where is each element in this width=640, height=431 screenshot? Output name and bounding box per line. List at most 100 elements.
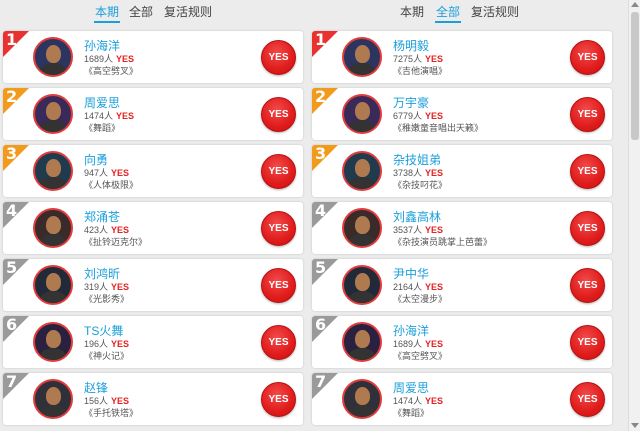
avatar[interactable] bbox=[342, 151, 382, 191]
contestant-name[interactable]: TS火舞 bbox=[84, 324, 123, 338]
vote-count-line: 1474人 YES bbox=[393, 396, 443, 407]
contestant-name[interactable]: 刘鑫高林 bbox=[393, 210, 441, 224]
avatar[interactable] bbox=[342, 94, 382, 134]
rank-number: 2 bbox=[315, 88, 327, 106]
vote-count-line: 196人 YES bbox=[84, 339, 129, 350]
avatar[interactable] bbox=[342, 265, 382, 305]
scroll-up-arrow-icon[interactable] bbox=[631, 2, 639, 7]
rank-badge: 5 bbox=[3, 259, 29, 285]
tab-all[interactable]: 全部 bbox=[129, 5, 153, 20]
tab-revival-rules[interactable]: 复活规则 bbox=[164, 5, 212, 20]
vote-count-line: 1689人 YES bbox=[84, 54, 134, 65]
tab-bar: 本期 全部 复活规则 bbox=[309, 0, 615, 26]
contestant-name[interactable]: 尹中华 bbox=[393, 267, 429, 281]
ranking-card: 5 刘鸿昕 319人 YES 《光影秀》 YES bbox=[3, 259, 303, 311]
avatar[interactable] bbox=[342, 208, 382, 248]
program-title: 《太空漫步》 bbox=[393, 294, 448, 304]
program-title: 《杂技演员跳掌上芭蕾》 bbox=[393, 237, 493, 247]
rank-badge: 1 bbox=[3, 31, 29, 57]
tab-revival-rules[interactable]: 复活规则 bbox=[471, 5, 519, 20]
yes-label: YES bbox=[425, 168, 444, 178]
program-title: 《杂技叼花》 bbox=[393, 180, 448, 190]
yes-label: YES bbox=[111, 225, 130, 235]
avatar[interactable] bbox=[342, 37, 382, 77]
contestant-name[interactable]: 万宇豪 bbox=[393, 96, 429, 110]
avatar[interactable] bbox=[342, 379, 382, 419]
tab-current-period[interactable]: 本期 bbox=[93, 5, 121, 23]
yes-vote-button[interactable]: YES bbox=[570, 211, 605, 246]
avatar[interactable] bbox=[33, 208, 73, 248]
program-title: 《扯铃迈克尔》 bbox=[84, 237, 148, 247]
contestant-name[interactable]: 向勇 bbox=[84, 153, 108, 167]
rank-badge: 1 bbox=[312, 31, 338, 57]
yes-vote-button[interactable]: YES bbox=[570, 268, 605, 303]
scroll-thumb[interactable] bbox=[631, 12, 639, 140]
yes-vote-button[interactable]: YES bbox=[570, 382, 605, 417]
rank-badge: 4 bbox=[312, 202, 338, 228]
contestant-name[interactable]: 周爱思 bbox=[84, 96, 120, 110]
ranking-card: 2 万宇豪 6779人 YES 《稚嫩童音唱出天籁》 YES bbox=[312, 88, 612, 140]
yes-vote-button[interactable]: YES bbox=[261, 40, 296, 75]
contestant-name[interactable]: 刘鸿昕 bbox=[84, 267, 120, 281]
tab-current-period[interactable]: 本期 bbox=[400, 5, 424, 20]
avatar[interactable] bbox=[33, 151, 73, 191]
avatar[interactable] bbox=[33, 94, 73, 134]
avatar[interactable] bbox=[33, 379, 73, 419]
yes-label: YES bbox=[111, 282, 130, 292]
tab-all[interactable]: 全部 bbox=[434, 5, 462, 23]
rank-number: 3 bbox=[6, 145, 18, 163]
avatar[interactable] bbox=[33, 37, 73, 77]
contestant-name[interactable]: 赵锋 bbox=[84, 381, 108, 395]
yes-vote-button[interactable]: YES bbox=[261, 154, 296, 189]
vote-count: 3537人 bbox=[393, 225, 423, 235]
ranking-card: 7 赵锋 156人 YES 《手托铁塔》 YES bbox=[3, 373, 303, 425]
ranking-card: 4 郑涌苍 423人 YES 《扯铃迈克尔》 YES bbox=[3, 202, 303, 254]
avatar[interactable] bbox=[342, 322, 382, 362]
yes-vote-button[interactable]: YES bbox=[570, 325, 605, 360]
contestant-name[interactable]: 孙海洋 bbox=[393, 324, 429, 338]
yes-label: YES bbox=[116, 111, 135, 121]
scrollbar[interactable] bbox=[628, 0, 640, 431]
yes-label: YES bbox=[116, 54, 135, 64]
vote-count-line: 156人 YES bbox=[84, 396, 129, 407]
yes-vote-button[interactable]: YES bbox=[261, 268, 296, 303]
rank-number: 6 bbox=[315, 316, 327, 334]
yes-label: YES bbox=[425, 282, 444, 292]
vote-count-line: 3537人 YES bbox=[393, 225, 443, 236]
program-title: 《神火记》 bbox=[84, 351, 130, 361]
contestant-name[interactable]: 周爱思 bbox=[393, 381, 429, 395]
scroll-down-arrow-icon[interactable] bbox=[631, 423, 639, 428]
contestant-name[interactable]: 郑涌苍 bbox=[84, 210, 120, 224]
vote-count: 319人 bbox=[84, 282, 109, 292]
avatar[interactable] bbox=[33, 322, 73, 362]
vote-count: 3738人 bbox=[393, 168, 423, 178]
contestant-name[interactable]: 杂技姐弟 bbox=[393, 153, 441, 167]
yes-vote-button[interactable]: YES bbox=[261, 211, 296, 246]
yes-label: YES bbox=[111, 168, 130, 178]
vote-count: 2164人 bbox=[393, 282, 423, 292]
rank-badge: 5 bbox=[312, 259, 338, 285]
yes-vote-button[interactable]: YES bbox=[570, 97, 605, 132]
yes-vote-button[interactable]: YES bbox=[261, 97, 296, 132]
yes-vote-button[interactable]: YES bbox=[570, 40, 605, 75]
program-title: 《光影秀》 bbox=[84, 294, 130, 304]
ranking-card: 6 TS火舞 196人 YES 《神火记》 YES bbox=[3, 316, 303, 368]
rank-badge: 3 bbox=[312, 145, 338, 171]
rank-number: 4 bbox=[6, 202, 18, 220]
vote-count: 1689人 bbox=[393, 339, 423, 349]
vote-count: 6779人 bbox=[393, 111, 423, 121]
program-title: 《舞蹈》 bbox=[393, 408, 430, 418]
yes-vote-button[interactable]: YES bbox=[261, 325, 296, 360]
ranking-card: 7 周爱思 1474人 YES 《舞蹈》 YES bbox=[312, 373, 612, 425]
vote-count-line: 1474人 YES bbox=[84, 111, 134, 122]
contestant-name[interactable]: 杨明毅 bbox=[393, 39, 429, 53]
avatar[interactable] bbox=[33, 265, 73, 305]
rank-badge: 4 bbox=[3, 202, 29, 228]
yes-vote-button[interactable]: YES bbox=[261, 382, 296, 417]
tab-bar: 本期 全部 复活规则 bbox=[0, 0, 306, 26]
ranking-card: 3 向勇 947人 YES 《人体极限》 YES bbox=[3, 145, 303, 197]
vote-count: 947人 bbox=[84, 168, 109, 178]
vote-count-line: 423人 YES bbox=[84, 225, 129, 236]
yes-vote-button[interactable]: YES bbox=[570, 154, 605, 189]
contestant-name[interactable]: 孙海洋 bbox=[84, 39, 120, 53]
